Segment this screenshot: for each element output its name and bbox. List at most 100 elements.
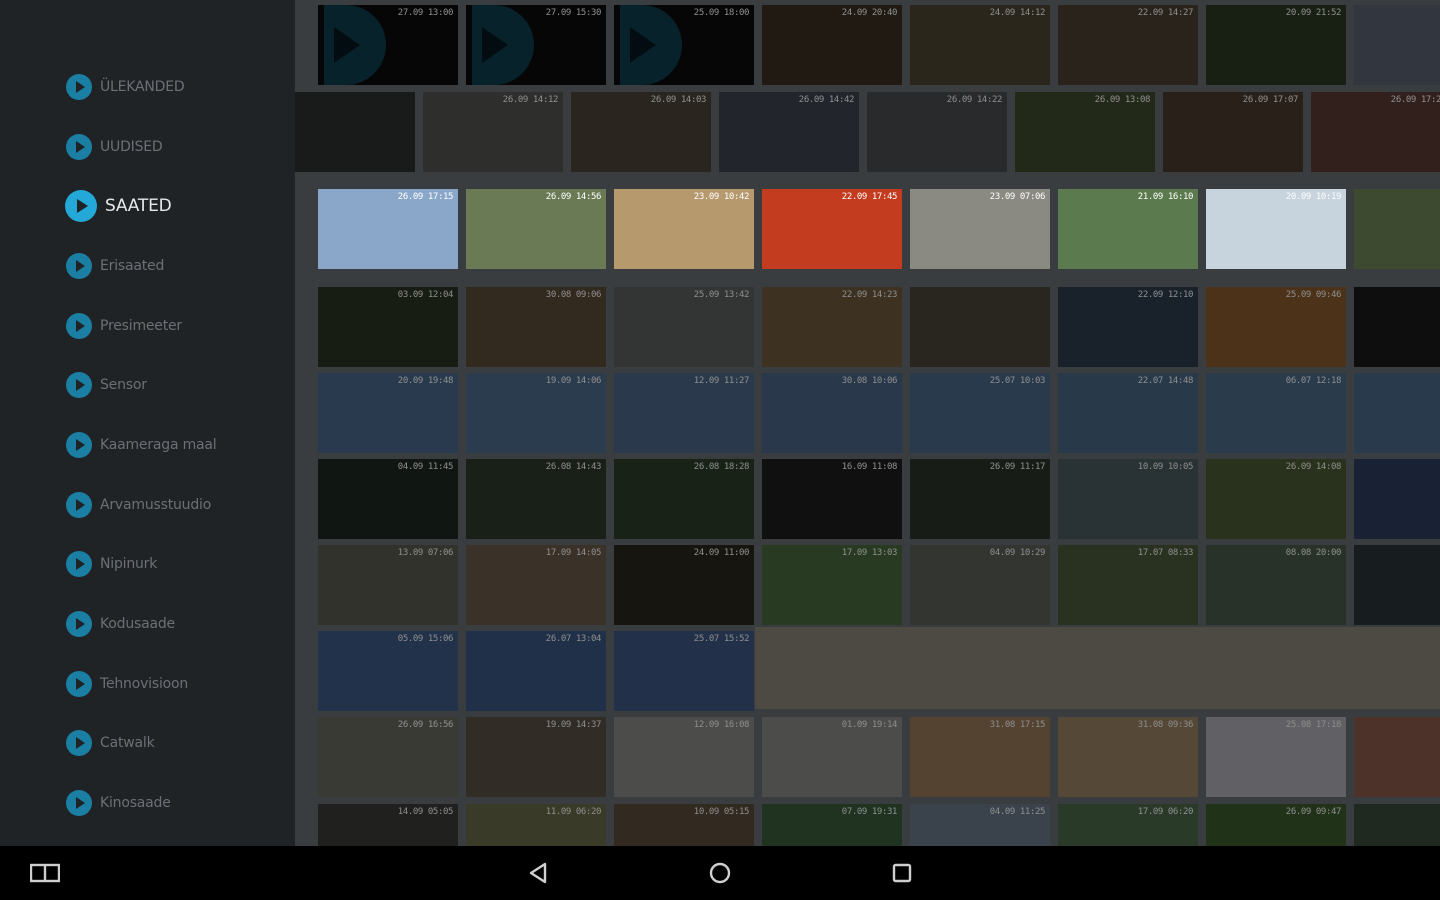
video-timestamp: 26.09 14:56 — [545, 192, 602, 202]
video-thumbnail[interactable]: 22.09 12:10 — [1058, 287, 1198, 367]
video-thumbnail[interactable]: 22.09 17:45 — [762, 189, 902, 269]
video-thumbnail[interactable]: 22.09 14:27 — [1058, 5, 1198, 85]
video-thumbnail[interactable]: 04.09 11:25 — [910, 804, 1050, 846]
play-circle-icon — [66, 670, 92, 697]
video-thumbnail[interactable]: 08.08 20:00 — [1206, 545, 1346, 625]
sidebar-item[interactable]: SAATED — [0, 176, 295, 236]
sidebar-item[interactable]: Sensor — [0, 355, 295, 415]
video-thumbnail[interactable]: 14.09 05:05 — [318, 804, 458, 846]
video-thumbnail[interactable]: 17.07 08:33 — [1058, 545, 1198, 625]
video-thumbnail[interactable]: 17.09 13:03 — [762, 545, 902, 625]
video-thumbnail[interactable]: 24.09 14:12 — [910, 5, 1050, 85]
sidebar-item[interactable]: UUDISED — [0, 117, 295, 177]
video-thumbnail[interactable]: 11.09 06:20 — [466, 804, 606, 846]
video-thumbnail[interactable] — [1354, 5, 1440, 85]
video-thumbnail[interactable]: 25.07 15:52 — [614, 631, 754, 711]
sidebar-item[interactable]: Erisaated — [0, 236, 295, 296]
video-thumbnail[interactable] — [1354, 189, 1440, 269]
video-timestamp: 19.09 14:37 — [545, 720, 602, 730]
sidebar-item[interactable]: Kodusaade — [0, 594, 295, 654]
sidebar-item-label: Erisaated — [100, 257, 165, 274]
video-thumbnail[interactable]: 23.09 10:42 — [614, 189, 754, 269]
video-timestamp: 01.09 19:14 — [841, 720, 898, 730]
video-thumbnail[interactable]: 25.09 18:00 — [614, 5, 754, 85]
video-thumbnail[interactable] — [1354, 804, 1440, 846]
video-thumbnail[interactable]: 13.09 07:06 — [318, 545, 458, 625]
video-thumbnail[interactable] — [1354, 545, 1440, 625]
video-thumbnail[interactable]: 19.09 14:37 — [466, 717, 606, 797]
video-thumbnail[interactable]: 23.09 07:06 — [910, 189, 1050, 269]
video-thumbnail[interactable]: 26.09 14:03 — [571, 92, 711, 172]
video-thumbnail[interactable]: 31.08 17:15 — [910, 717, 1050, 797]
video-thumbnail[interactable] — [295, 92, 415, 172]
video-thumbnail[interactable] — [1354, 373, 1440, 453]
sidebar-item[interactable]: Arvamusstuudio — [0, 475, 295, 535]
video-thumbnail[interactable]: 26.09 14:08 — [1206, 459, 1346, 539]
video-thumbnail[interactable]: 30.08 10:06 — [762, 373, 902, 453]
video-thumbnail[interactable]: 26.07 13:04 — [466, 631, 606, 711]
video-thumbnail[interactable]: 10.09 10:05 — [1058, 459, 1198, 539]
video-thumbnail[interactable]: 26.09 16:56 — [318, 717, 458, 797]
video-thumbnail[interactable]: 06.07 12:18 — [1206, 373, 1346, 453]
video-thumbnail[interactable] — [1354, 459, 1440, 539]
video-thumbnail[interactable]: 17.09 14:05 — [466, 545, 606, 625]
sidebar-item[interactable]: ÜLEKANDED — [0, 57, 295, 117]
video-thumbnail[interactable]: 17.09 06:20 — [1058, 804, 1198, 846]
video-timestamp: 22.07 14:48 — [1137, 376, 1194, 386]
video-thumbnail[interactable]: 26.08 18:28 — [614, 459, 754, 539]
video-thumbnail[interactable]: 26.09 09:47 — [1206, 804, 1346, 846]
video-thumbnail[interactable]: 20.09 10:19 — [1206, 189, 1346, 269]
video-thumbnail[interactable]: 12.09 11:27 — [614, 373, 754, 453]
video-thumbnail[interactable]: 26.08 14:43 — [466, 459, 606, 539]
video-thumbnail[interactable]: 26.09 17:28 — [1311, 92, 1440, 172]
video-thumbnail[interactable]: 25.07 10:03 — [910, 373, 1050, 453]
sidebar-item[interactable]: Nipinurk — [0, 535, 295, 595]
video-thumbnail[interactable] — [1354, 717, 1440, 797]
sidebar-item[interactable]: Presimeeter — [0, 296, 295, 356]
sidebar-item[interactable]: Kaameraga maal — [0, 415, 295, 475]
video-thumbnail[interactable]: 01.09 19:14 — [762, 717, 902, 797]
video-thumbnail[interactable]: 26.09 14:42 — [719, 92, 859, 172]
video-thumbnail[interactable]: 25.08 17:18 — [1206, 717, 1346, 797]
video-thumbnail[interactable]: 07.09 19:31 — [762, 804, 902, 846]
video-thumbnail[interactable]: 04.09 10:29 — [910, 545, 1050, 625]
video-thumbnail[interactable]: 20.09 21:52 — [1206, 5, 1346, 85]
video-thumbnail[interactable]: 20.09 19:48 — [318, 373, 458, 453]
video-thumbnail[interactable]: 26.09 14:56 — [466, 189, 606, 269]
video-thumbnail[interactable]: 26.09 17:15 — [318, 189, 458, 269]
recents-button[interactable] — [887, 858, 917, 888]
sidebar-item[interactable]: Kinosaade — [0, 773, 295, 833]
video-thumbnail[interactable]: 04.09 11:45 — [318, 459, 458, 539]
video-thumbnail[interactable]: 16.09 11:08 — [762, 459, 902, 539]
back-button[interactable] — [524, 858, 554, 888]
video-thumbnail[interactable]: 30.08 09:06 — [466, 287, 606, 367]
video-thumbnail[interactable]: 10.09 05:15 — [614, 804, 754, 846]
video-thumbnail[interactable]: 26.09 11:17 — [910, 459, 1050, 539]
video-thumbnail[interactable]: 22.09 14:23 — [762, 287, 902, 367]
video-thumbnail[interactable]: 27.09 15:30 — [466, 5, 606, 85]
sidebar-item[interactable]: Catwalk — [0, 714, 295, 774]
video-thumbnail[interactable]: 24.09 20:40 — [762, 5, 902, 85]
video-thumbnail[interactable]: 05.09 15:06 — [318, 631, 458, 711]
video-thumbnail[interactable]: 26.09 17:07 — [1163, 92, 1303, 172]
sidebar-item[interactable]: Tehnovisioon — [0, 654, 295, 714]
video-thumbnail[interactable] — [1354, 287, 1440, 367]
video-thumbnail[interactable]: 19.09 14:06 — [466, 373, 606, 453]
video-row: 26.09 14:12 26.09 14:03 26.09 14:42 26.09 1… — [295, 92, 1440, 174]
video-thumbnail[interactable]: 22.07 14:48 — [1058, 373, 1198, 453]
video-thumbnail[interactable]: 24.09 11:00 — [614, 545, 754, 625]
video-thumbnail[interactable]: 26.09 14:12 — [423, 92, 563, 172]
video-thumbnail[interactable]: 12.09 16:08 — [614, 717, 754, 797]
video-thumbnail[interactable]: 27.09 13:00 — [318, 5, 458, 85]
video-thumbnail[interactable]: 25.09 09:46 — [1206, 287, 1346, 367]
video-thumbnail[interactable] — [910, 287, 1050, 367]
video-thumbnail[interactable]: 26.09 13:08 — [1015, 92, 1155, 172]
video-thumbnail[interactable]: 31.08 09:36 — [1058, 717, 1198, 797]
video-thumbnail[interactable]: 26.09 14:22 — [867, 92, 1007, 172]
video-thumbnail[interactable]: 21.09 16:10 — [1058, 189, 1198, 269]
play-circle-icon — [65, 190, 97, 223]
video-thumbnail[interactable]: 03.09 12:04 — [318, 287, 458, 367]
home-button[interactable] — [705, 858, 735, 888]
video-thumbnail[interactable]: 25.09 13:42 — [614, 287, 754, 367]
split-screen-button[interactable] — [29, 858, 61, 888]
